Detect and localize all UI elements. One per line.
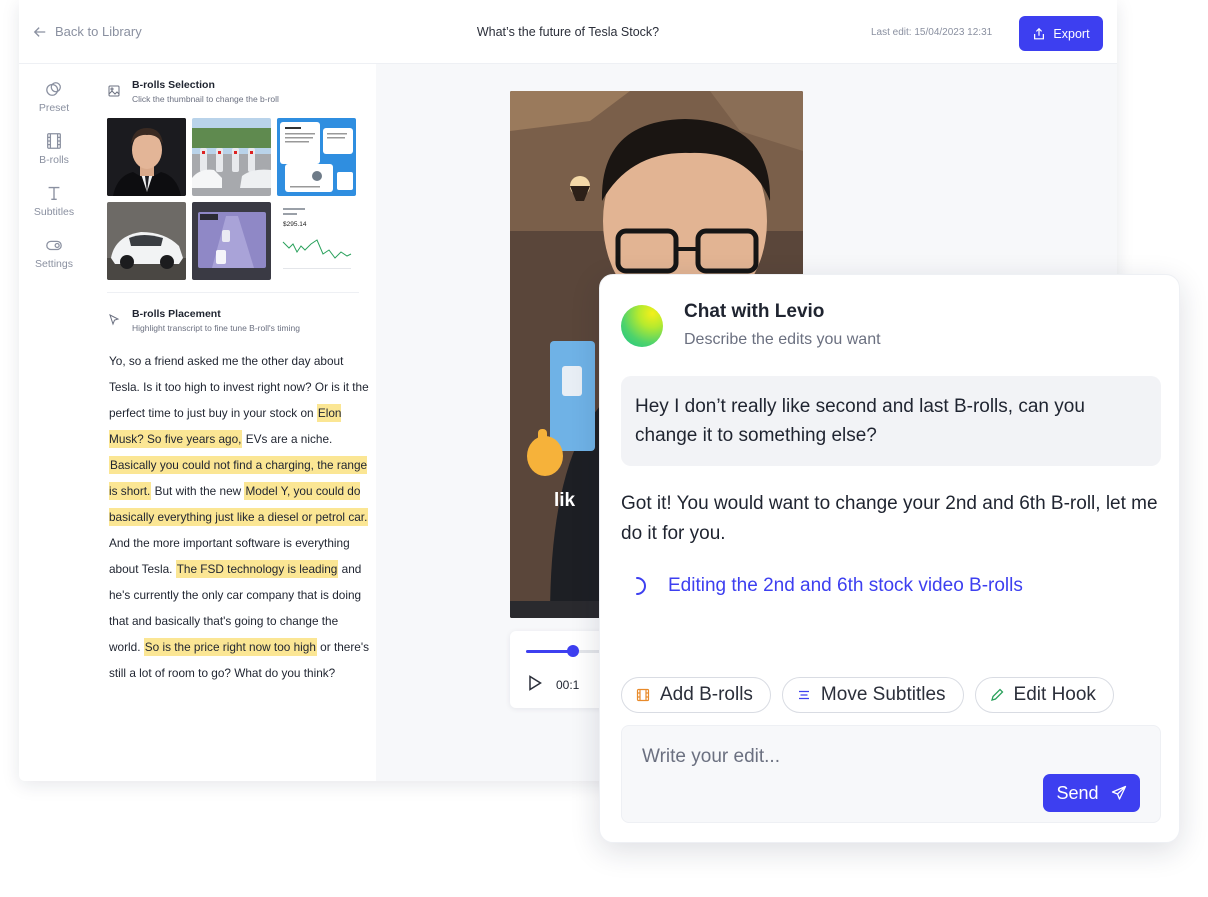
chat-title: Chat with Levio: [684, 301, 825, 322]
export-button[interactable]: Export: [1019, 16, 1103, 51]
rail-label: B-rolls: [39, 154, 69, 166]
transcript-text[interactable]: Yo, so a friend asked me the other day a…: [109, 348, 369, 686]
paper-plane-icon: [1111, 785, 1126, 800]
text-icon: [48, 186, 60, 200]
assistant-message: Got it! You would want to change your 2n…: [621, 493, 1158, 544]
broll-thumbnail-3[interactable]: [277, 118, 356, 196]
chat-panel: Chat with Levio Describe the edits you w…: [599, 274, 1180, 843]
move-subtitles-chip[interactable]: Move Subtitles: [781, 677, 964, 713]
fsd-screen-image: [192, 202, 271, 280]
edit-composer: Send: [621, 725, 1161, 823]
status-text: Editing the 2nd and 6th stock video B-ro…: [668, 575, 1023, 596]
rail-item-settings[interactable]: Settings: [19, 236, 89, 270]
last-edit-timestamp: Last edit: 15/04/2023 12:31: [871, 27, 993, 38]
edit-hook-chip[interactable]: Edit Hook: [974, 677, 1114, 713]
tesla-car-image: [107, 202, 186, 280]
progress-handle[interactable]: [567, 645, 579, 657]
toggle-icon: [46, 240, 62, 251]
send-label: Send: [1056, 782, 1099, 803]
rail-item-subtitles[interactable]: Subtitles: [19, 184, 89, 218]
tweet-screenshot-image: [277, 118, 356, 196]
spinner-icon: [636, 577, 646, 595]
stock-chart-image: $295.14: [277, 202, 356, 280]
image-icon: [108, 85, 120, 97]
chip-label: Edit Hook: [1013, 684, 1096, 705]
edit-input[interactable]: [642, 742, 1042, 772]
broll-thumbnail-4[interactable]: [107, 202, 186, 280]
transcript-segment: EVs are a niche.: [242, 432, 333, 446]
preset-icon: [46, 82, 61, 96]
play-icon[interactable]: [528, 675, 542, 691]
section-divider: [107, 292, 359, 293]
rail-item-brolls[interactable]: B-rolls: [19, 132, 89, 166]
pencil-icon: [990, 688, 1003, 701]
transcript-highlight[interactable]: The FSD technology is leading: [175, 560, 339, 578]
broll-selection-subtitle: Click the thumbnail to change the b-roll: [132, 94, 279, 104]
film-icon: [47, 133, 61, 149]
chip-label: Add B-rolls: [660, 684, 753, 705]
broll-thumbnail-1[interactable]: [107, 118, 186, 196]
editing-status: Editing the 2nd and 6th stock video B-ro…: [626, 575, 1023, 597]
export-label: Export: [1053, 26, 1090, 41]
top-bar: Back to Library What’s the future of Tes…: [19, 0, 1117, 64]
broll-thumbnail-6[interactable]: $295.14: [277, 202, 356, 280]
chip-label: Move Subtitles: [820, 684, 946, 705]
stock-price-text: $295.14: [283, 221, 307, 228]
transcript-segment: But with the new: [151, 484, 245, 498]
rail-item-preset[interactable]: Preset: [19, 80, 89, 114]
film-icon: [636, 688, 650, 702]
transcript-highlight[interactable]: So is the price right now too high: [143, 638, 317, 656]
broll-thumbnail-5[interactable]: [192, 202, 271, 280]
broll-thumbnail-2[interactable]: [192, 118, 271, 196]
progress-fill: [526, 650, 573, 653]
supercharger-image: [192, 118, 271, 196]
rail-label: Preset: [38, 102, 70, 114]
broll-placement-title: B-rolls Placement: [132, 308, 221, 320]
tool-rail: Preset B-rolls Subtitles Settings: [19, 64, 89, 781]
chat-subtitle: Describe the edits you want: [684, 331, 881, 348]
user-message: Hey I don’t really like second and last …: [621, 376, 1161, 466]
broll-thumbnail-grid: $295.14: [107, 118, 356, 280]
add-brolls-chip[interactable]: Add B-rolls: [621, 677, 771, 713]
share-icon: [1034, 27, 1045, 39]
video-caption-text: lik: [554, 490, 576, 511]
rail-label: Subtitles: [33, 206, 75, 218]
current-time: 00:1: [556, 678, 580, 692]
rail-label: Settings: [35, 258, 73, 270]
portrait-image: [107, 118, 186, 196]
send-button[interactable]: Send: [1043, 774, 1140, 812]
levio-avatar: [621, 305, 663, 347]
suggestion-chips: Add B-rolls Move Subtitles Edit Hook: [621, 677, 1114, 713]
broll-panel: B-rolls Selection Click the thumbnail to…: [99, 64, 375, 781]
cursor-icon: [109, 314, 120, 326]
lines-icon: [798, 690, 809, 700]
broll-placement-subtitle: Highlight transcript to fine tune B-roll…: [132, 323, 300, 333]
broll-selection-title: B-rolls Selection: [132, 79, 215, 91]
